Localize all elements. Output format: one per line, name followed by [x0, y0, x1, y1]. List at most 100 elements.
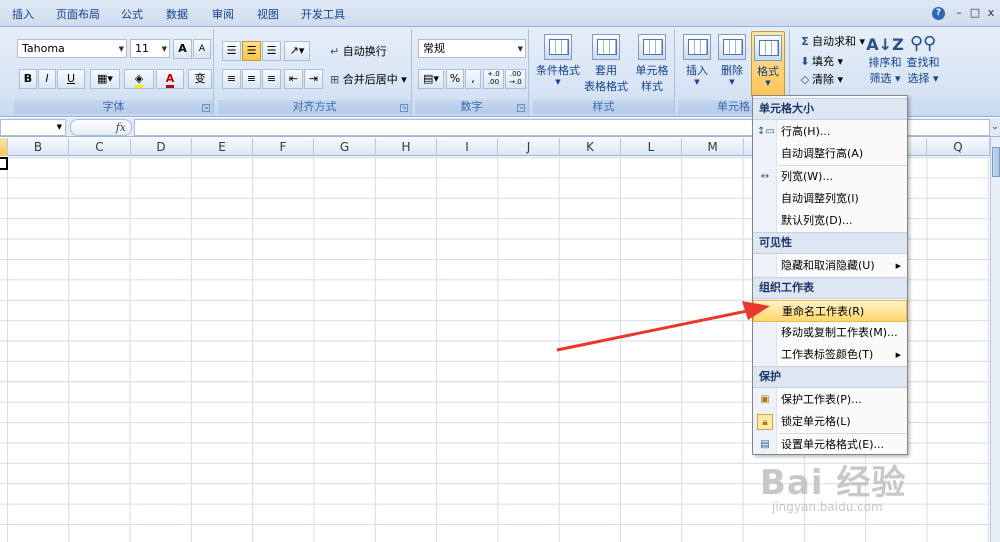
tab-review[interactable]: 审阅 [212, 6, 234, 22]
column-header[interactable]: L [621, 138, 682, 156]
align-left-icon: ≡ [226, 72, 237, 85]
clear-button[interactable]: ◇ 清除 ▾ [798, 71, 843, 87]
font-color-button[interactable]: A [156, 69, 184, 89]
autosum-label: 自动求和 [812, 35, 856, 48]
menu-section-visibility: 可见性 [753, 232, 907, 254]
increase-indent-button[interactable]: ⇥ [304, 69, 323, 89]
phonetic-button[interactable]: 变 [188, 69, 212, 89]
tab-insert[interactable]: 插入 [12, 6, 34, 22]
name-box[interactable]: ▼ [0, 119, 66, 136]
help-icon[interactable]: ? [932, 7, 945, 20]
number-format-value: 常规 [423, 42, 445, 55]
sort-filter-label-1: 排序和 [868, 56, 902, 69]
launcher-icon[interactable]: ↘ [517, 104, 525, 112]
column-header[interactable]: D [131, 138, 192, 156]
active-cell[interactable] [0, 157, 8, 170]
launcher-icon[interactable]: ↘ [202, 104, 210, 112]
column-header[interactable]: H [376, 138, 437, 156]
italic-button[interactable]: I [38, 69, 56, 89]
menu-item-hide-unhide[interactable]: 隐藏和取消隐藏(U) ▶ [753, 255, 907, 277]
menu-item-lock-cell[interactable]: 🔒︎ 锁定单元格(L) [753, 411, 907, 433]
scrollbar-thumb[interactable] [992, 147, 1000, 177]
decrease-indent-button[interactable]: ⇤ [284, 69, 303, 89]
merge-center-button[interactable]: ⊞ 合并后居中 ▾ [330, 71, 407, 87]
column-header-a[interactable] [0, 138, 8, 156]
border-button[interactable]: ▦▾ [90, 69, 120, 89]
cell-styles-label-2: 样式 [641, 80, 663, 93]
insert-cells-button[interactable]: 插入 ▼ [680, 31, 714, 86]
menu-item-rename-sheet[interactable]: 重命名工作表(R) [753, 300, 907, 322]
underline-button[interactable]: U [57, 69, 85, 89]
column-width-icon: ↔ [760, 171, 770, 182]
column-header[interactable]: I [437, 138, 498, 156]
align-top-button[interactable]: ☰ [222, 41, 241, 61]
menu-item-column-width[interactable]: ↔ 列宽(W)... [753, 166, 907, 188]
decrease-decimal-button[interactable]: .00 →.0 [505, 69, 526, 89]
column-header[interactable]: J [498, 138, 560, 156]
launcher-icon[interactable]: ↘ [400, 104, 408, 112]
watermark: Bai 经验 jingyan.baidu.com [760, 455, 990, 535]
menu-item-autofit-row[interactable]: 自动调整行高(A) [753, 143, 907, 165]
find-select-button[interactable]: ⚲⚲ 查找和 选择 ▾ [904, 31, 942, 86]
column-header[interactable]: E [192, 138, 253, 156]
fill-color-button[interactable]: ◈ [124, 69, 154, 89]
close-icon[interactable]: x [984, 7, 998, 19]
column-header[interactable]: C [69, 138, 131, 156]
menu-item-move-copy-sheet[interactable]: 移动或复制工作表(M)... [753, 322, 907, 344]
tab-data[interactable]: 数据 [166, 6, 188, 22]
fill-button[interactable]: ⬇ 填充 ▾ [798, 53, 843, 69]
percent-button[interactable]: % [446, 69, 464, 89]
tab-view[interactable]: 视图 [257, 6, 279, 22]
increase-decimal-button[interactable]: +.0 .00 [483, 69, 504, 89]
grow-font-button[interactable]: A [173, 39, 192, 59]
conditional-format-button[interactable]: 条件格式 ▼ [535, 31, 581, 86]
fill-down-icon: ⬇ [800, 55, 810, 68]
autosum-button[interactable]: Σ 自动求和 ▾ [798, 33, 865, 49]
tab-page-layout[interactable]: 页面布局 [56, 6, 100, 22]
delete-cells-button[interactable]: 删除 ▼ [715, 31, 749, 86]
expand-formula-bar-icon[interactable]: ⌄ [990, 119, 1000, 136]
font-size-select[interactable]: 11 ▼ [130, 39, 170, 58]
fx-icon[interactable]: fx [116, 121, 126, 134]
comma-button[interactable]: , [465, 69, 481, 89]
align-bottom-button[interactable]: ☰ [262, 41, 281, 61]
font-name-select[interactable]: Tahoma ▼ [17, 39, 127, 58]
column-header[interactable]: K [560, 138, 621, 156]
orientation-button[interactable]: ↗▾ [284, 41, 310, 61]
number-format-select[interactable]: 常规 ▼ [418, 39, 526, 58]
cell-styles-label-1: 单元格 [635, 64, 669, 77]
format-as-table-button[interactable]: 套用 表格格式 [581, 31, 631, 94]
menu-item-format-cells[interactable]: ▤ 设置单元格格式(E)... [753, 434, 907, 456]
cell-styles-button[interactable]: 单元格 样式 [631, 31, 673, 94]
align-right-button[interactable]: ≡ [262, 69, 281, 89]
align-left-button[interactable]: ≡ [222, 69, 241, 89]
merge-center-label: 合并后居中 [342, 73, 398, 86]
shrink-font-button[interactable]: A [193, 39, 211, 59]
bold-button[interactable]: B [19, 69, 37, 89]
column-header[interactable]: B [8, 138, 69, 156]
align-middle-button[interactable]: ☰ [242, 41, 261, 61]
format-cells-button[interactable]: 格式 ▼ [751, 31, 785, 97]
align-center-button[interactable]: ≡ [242, 69, 261, 89]
eraser-icon: ◇ [800, 73, 810, 86]
menu-item-autofit-column[interactable]: 自动调整列宽(I) [753, 188, 907, 210]
sort-filter-button[interactable]: A↓Z 排序和 筛选 ▾ [866, 31, 904, 86]
font-group: Tahoma ▼ 11 ▼ A A B I U ▦▾ ◈ A 变 字体 ↘ [14, 29, 214, 115]
restore-icon[interactable]: □ [968, 7, 982, 19]
menu-item-default-width[interactable]: 默认列宽(D)... [753, 210, 907, 232]
column-header[interactable]: G [314, 138, 376, 156]
menu-item-tab-color[interactable]: 工作表标签颜色(T) ▶ [753, 344, 907, 366]
tab-developer[interactable]: 开发工具 [301, 6, 345, 22]
accounting-format-button[interactable]: ▤▾ [418, 69, 444, 89]
wrap-text-button[interactable]: ↵ 自动换行 [330, 43, 387, 59]
delete-cells-label: 删除 [721, 64, 743, 77]
tab-formulas[interactable]: 公式 [121, 6, 143, 22]
minimize-icon[interactable]: – [952, 7, 966, 19]
column-header[interactable]: M [682, 138, 744, 156]
vertical-scrollbar[interactable] [990, 137, 1000, 542]
column-header[interactable]: Q [927, 138, 990, 156]
wrap-text-label: 自动换行 [342, 45, 387, 58]
column-header[interactable]: F [253, 138, 314, 156]
menu-item-protect-sheet[interactable]: ▣ 保护工作表(P)... [753, 389, 907, 411]
menu-item-row-height[interactable]: ↕▭ 行高(H)... [753, 121, 907, 143]
